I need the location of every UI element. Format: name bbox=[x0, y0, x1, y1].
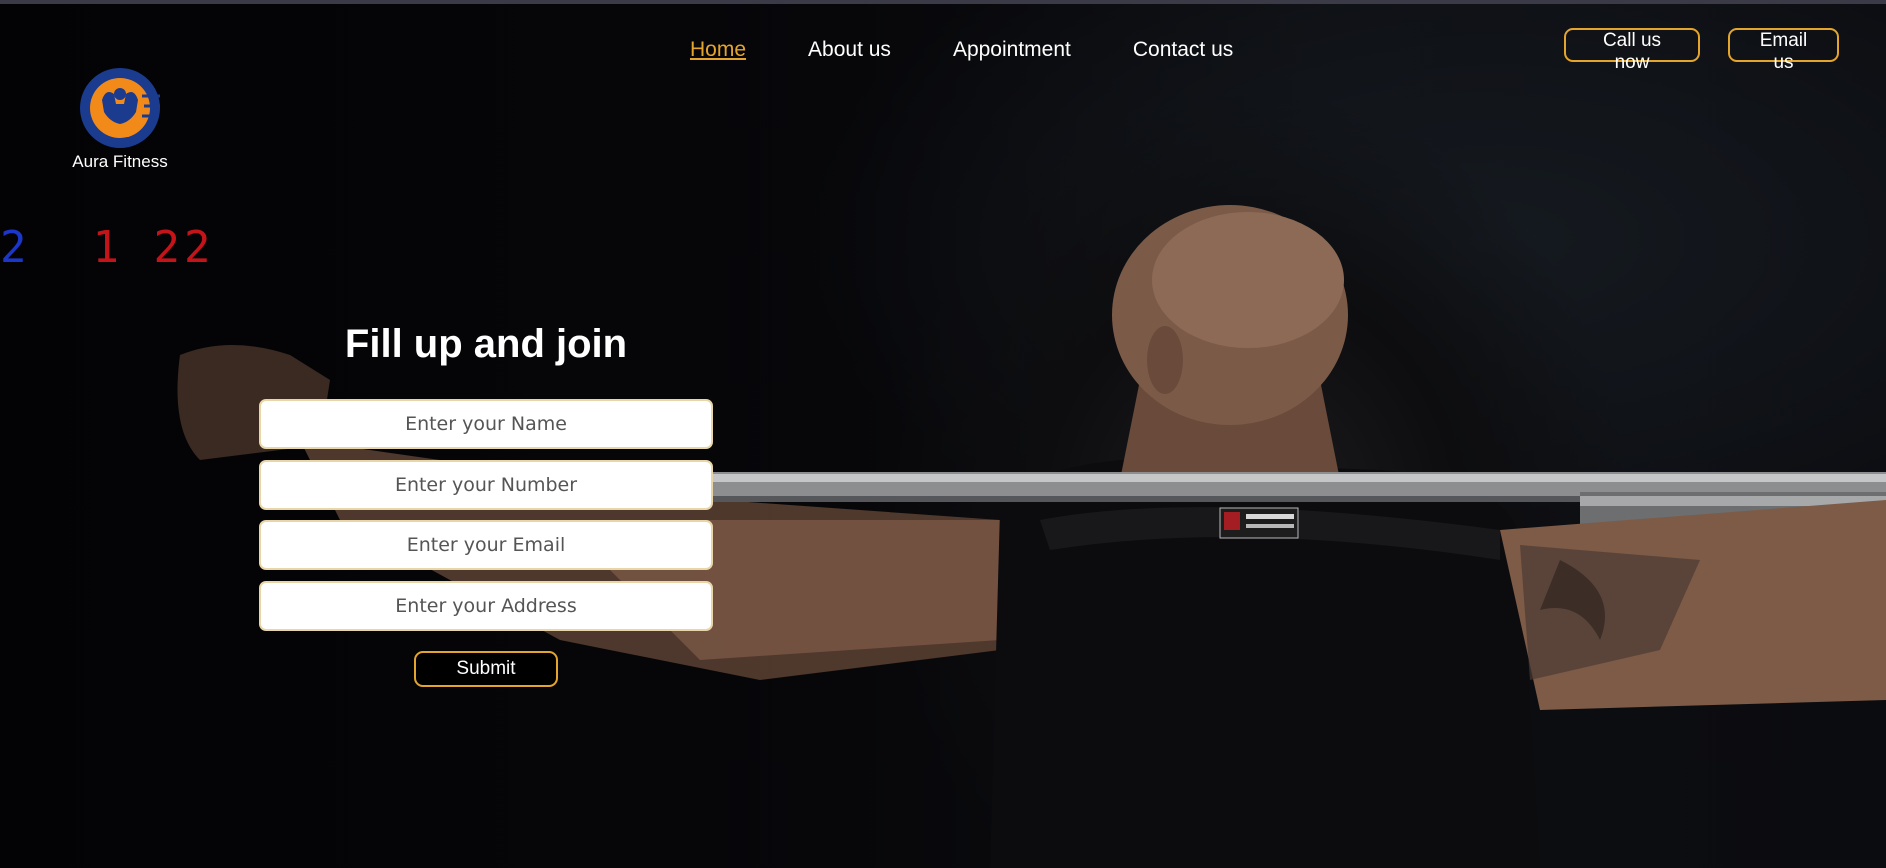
clock-right-digits: 1 22 bbox=[92, 222, 215, 273]
nav-appointment-link[interactable]: Appointment bbox=[953, 38, 1071, 62]
nav-home-link[interactable]: Home bbox=[690, 38, 746, 62]
bodybuilder-icon[interactable] bbox=[78, 66, 162, 150]
name-input[interactable] bbox=[259, 399, 713, 449]
call-us-button[interactable]: Call us now bbox=[1564, 28, 1700, 73]
form-title: Fill up and join bbox=[344, 322, 628, 366]
clock-left-digits: 2 bbox=[0, 222, 31, 273]
page: 2 1 22 Aura Fitness Home About us Appoint… bbox=[0, 0, 1886, 868]
main-nav: Home About us Appointment Contact us bbox=[690, 38, 1233, 62]
nav-about-link[interactable]: About us bbox=[808, 38, 891, 62]
address-input[interactable] bbox=[259, 581, 713, 631]
brand-name[interactable]: Aura Fitness bbox=[60, 152, 180, 172]
email-input[interactable] bbox=[259, 520, 713, 570]
number-input[interactable] bbox=[259, 460, 713, 510]
submit-button[interactable]: Submit bbox=[414, 651, 558, 687]
nav-contact-link[interactable]: Contact us bbox=[1133, 38, 1233, 62]
email-us-button[interactable]: Email us bbox=[1728, 28, 1839, 73]
background-clock: 2 1 22 bbox=[0, 222, 214, 273]
